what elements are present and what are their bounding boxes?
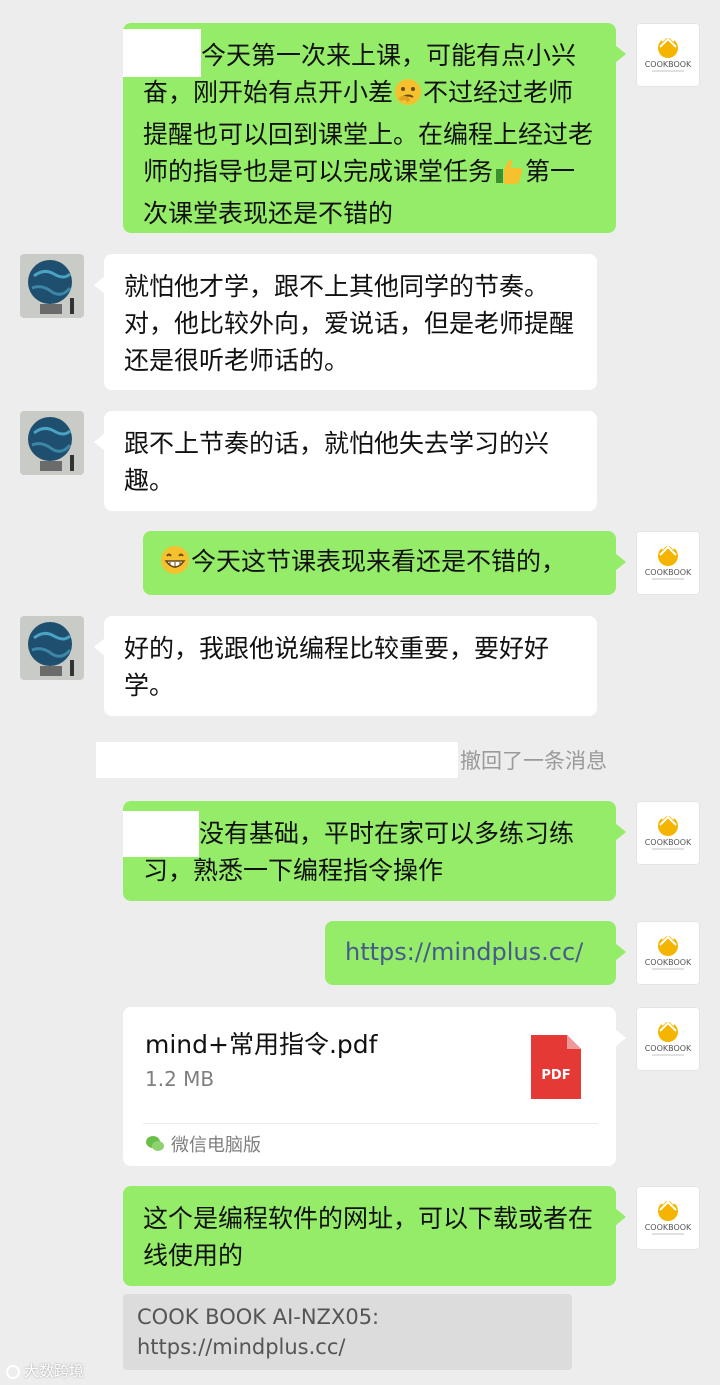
- avatar-self[interactable]: COOKBOOK: [636, 531, 700, 595]
- redacted-name: [123, 811, 199, 857]
- message-bubble-self[interactable]: 今天这节课表现来看还是不错的，: [143, 531, 626, 595]
- message-bubble-self[interactable]: 这个是编程软件的网址，可以下载或者在线使用的: [123, 1186, 626, 1286]
- file-source-text: 微信电脑版: [171, 1135, 261, 1156]
- message-text: 就怕他才学，跟不上其他同学的节奏。对，他比较外向，爱说话，但是老师提醒还是很听老…: [124, 272, 575, 375]
- svg-text:COOKBOOK: COOKBOOK: [645, 1223, 692, 1232]
- message-text: 跟不上节奏的话，就怕他失去学习的兴趣。: [124, 429, 550, 495]
- watermark-icon: [6, 1365, 20, 1379]
- watermark-text: 大数跨境: [24, 1362, 85, 1380]
- thumbs-up-icon: [494, 157, 524, 195]
- svg-text:COOKBOOK: COOKBOOK: [645, 958, 692, 967]
- redacted-name: [123, 29, 201, 77]
- message-text: 好的，我跟他说编程比较重要，要好好学。: [124, 634, 550, 700]
- file-message-card[interactable]: mind+常用指令.pdf 1.2 MB PDF 微信电脑版: [123, 1007, 626, 1166]
- quote-line-2: https://mindplus.cc/: [137, 1335, 346, 1359]
- wechat-icon: [145, 1135, 165, 1158]
- avatar-other[interactable]: [20, 254, 84, 318]
- avatar-self[interactable]: COOKBOOK: [636, 801, 700, 865]
- thinking-face-icon: [394, 78, 422, 116]
- message-bubble-other[interactable]: 好的，我跟他说编程比较重要，要好好学。: [94, 616, 597, 716]
- recall-notice-text: 撤回了一条消息: [460, 749, 607, 773]
- avatar-self[interactable]: COOKBOOK: [636, 23, 700, 87]
- svg-text:COOKBOOK: COOKBOOK: [645, 60, 692, 69]
- avatar-other[interactable]: [20, 616, 84, 680]
- avatar-self[interactable]: COOKBOOK: [636, 1186, 700, 1250]
- avatar-self[interactable]: COOKBOOK: [636, 1007, 700, 1071]
- grinning-face-icon: [160, 545, 190, 585]
- message-bubble-other[interactable]: 就怕他才学，跟不上其他同学的节奏。对，他比较外向，爱说话，但是老师提醒还是很听老…: [94, 254, 597, 390]
- svg-text:COOKBOOK: COOKBOOK: [645, 1044, 692, 1053]
- divider: [143, 1123, 598, 1124]
- file-size: 1.2 MB: [145, 1067, 215, 1091]
- message-text: 没有基础，平时在家可以多练习练习，熟悉一下编程指令操作: [143, 819, 575, 885]
- message-text: 这个是编程软件的网址，可以下载或者在线使用的: [143, 1204, 594, 1270]
- message-bubble-self[interactable]: 没有基础，平时在家可以多练习练习，熟悉一下编程指令操作: [123, 801, 626, 901]
- file-name: mind+常用指令.pdf: [145, 1030, 378, 1059]
- svg-text:COOKBOOK: COOKBOOK: [645, 838, 692, 847]
- message-bubble-self[interactable]: 今天第一次来上课，可能有点小兴奋，刚开始有点开小差 不过经过老师提醒也可以回到课堂…: [123, 23, 626, 233]
- quote-line-1: COOK BOOK AI-NZX05:: [137, 1305, 380, 1329]
- recall-notice: 撤回了一条消息: [96, 742, 626, 778]
- avatar-self[interactable]: COOKBOOK: [636, 921, 700, 985]
- svg-text:PDF: PDF: [541, 1068, 570, 1083]
- message-text: 今天这节课表现来看还是不错的，: [191, 547, 567, 576]
- pdf-file-icon: PDF: [531, 1035, 581, 1099]
- quoted-message[interactable]: COOK BOOK AI-NZX05: https://mindplus.cc/: [123, 1294, 572, 1370]
- redacted-name: [96, 742, 458, 778]
- message-bubble-link[interactable]: https://mindplus.cc/: [325, 921, 626, 985]
- avatar-other[interactable]: [20, 411, 84, 475]
- svg-text:COOKBOOK: COOKBOOK: [645, 568, 692, 577]
- message-bubble-other[interactable]: 跟不上节奏的话，就怕他失去学习的兴趣。: [94, 411, 597, 511]
- file-source: 微信电脑版: [145, 1131, 261, 1158]
- watermark: 大数跨境: [6, 1360, 84, 1381]
- link-text[interactable]: https://mindplus.cc/: [345, 938, 583, 966]
